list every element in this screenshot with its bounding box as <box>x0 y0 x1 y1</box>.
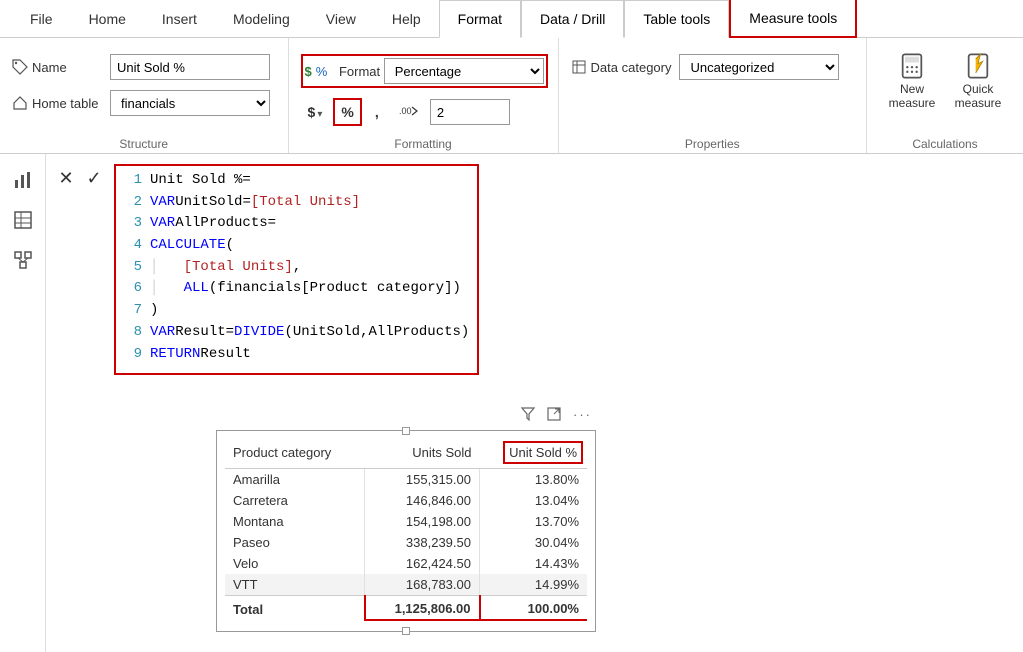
table-row[interactable]: Montana154,198.0013.70% <box>225 511 587 532</box>
group-properties: Data category Uncategorized Properties <box>559 38 867 153</box>
tab-help[interactable]: Help <box>374 1 439 37</box>
home-icon <box>12 95 28 111</box>
data-category-label: Data category <box>571 59 672 75</box>
more-options-icon[interactable]: ··· <box>573 407 592 424</box>
group-label-properties: Properties <box>571 133 854 151</box>
format-select[interactable]: Percentage <box>384 58 544 84</box>
comma-button[interactable]: , <box>366 99 388 125</box>
name-label: Name <box>12 59 102 75</box>
table-visual[interactable]: Product category Units Sold Unit Sold % … <box>216 430 596 632</box>
category-icon <box>571 59 587 75</box>
commit-formula-button[interactable]: ✓ <box>84 168 104 189</box>
tab-table-tools[interactable]: Table tools <box>624 0 729 38</box>
tab-file[interactable]: File <box>12 1 71 37</box>
table-visual-container: ··· Product category Units Sold Unit Sol… <box>216 405 596 632</box>
workspace: ✕ ✓ 1Unit Sold % = 2VAR UnitSold = [Tota… <box>0 154 1023 652</box>
calculator-icon <box>898 52 926 80</box>
home-table-select[interactable]: financials <box>110 90 270 116</box>
percent-button[interactable]: % <box>333 98 361 126</box>
group-label-calculations: Calculations <box>879 133 1011 151</box>
col-pct[interactable]: Unit Sold % <box>480 437 588 469</box>
model-view-icon[interactable] <box>13 250 33 270</box>
table-row[interactable]: Amarilla155,315.0013.80% <box>225 469 587 491</box>
currency-button[interactable]: $▾ <box>301 99 330 125</box>
tab-home[interactable]: Home <box>71 1 144 37</box>
quick-calc-icon <box>964 52 992 80</box>
view-rail <box>0 154 46 652</box>
tab-modeling[interactable]: Modeling <box>215 1 308 37</box>
report-view-icon[interactable] <box>13 170 33 190</box>
tab-measure-tools[interactable]: Measure tools <box>729 0 857 38</box>
group-structure: Name Home table financials Structure <box>0 38 289 153</box>
tab-insert[interactable]: Insert <box>144 1 215 37</box>
group-label-structure: Structure <box>12 133 276 151</box>
data-view-icon[interactable] <box>13 210 33 230</box>
table-row[interactable]: Velo162,424.5014.43% <box>225 553 587 574</box>
decimal-icon: .00 <box>399 104 419 118</box>
ribbon-body: Name Home table financials Structure <box>0 38 1023 154</box>
tab-view[interactable]: View <box>308 1 374 37</box>
table-row[interactable]: Paseo338,239.5030.04% <box>225 532 587 553</box>
tab-data-drill[interactable]: Data / Drill <box>521 0 624 38</box>
new-measure-button[interactable]: New measure <box>885 52 939 111</box>
table-row[interactable]: VTT168,783.0014.99% <box>225 574 587 596</box>
ribbon-tabs: File Home Insert Modeling View Help Form… <box>0 0 1023 38</box>
svg-text:.00: .00 <box>399 106 412 116</box>
group-label-formatting: Formatting <box>301 133 546 151</box>
format-label: $% Format <box>305 64 381 79</box>
decimal-shift-button[interactable]: .00 <box>392 99 426 126</box>
name-input[interactable] <box>110 54 270 80</box>
table-row[interactable]: Carretera146,846.0013.04% <box>225 490 587 511</box>
col-category[interactable]: Product category <box>225 437 365 469</box>
quick-measure-button[interactable]: Quick measure <box>951 52 1005 111</box>
cancel-formula-button[interactable]: ✕ <box>56 168 76 189</box>
data-category-select[interactable]: Uncategorized <box>679 54 839 80</box>
decimals-input[interactable] <box>430 99 510 125</box>
formula-bar: ✕ ✓ 1Unit Sold % = 2VAR UnitSold = [Tota… <box>56 164 1023 375</box>
home-table-label: Home table <box>12 95 102 111</box>
formula-editor[interactable]: 1Unit Sold % = 2VAR UnitSold = [Total Un… <box>114 164 479 375</box>
col-units[interactable]: Units Sold <box>365 437 480 469</box>
tab-format[interactable]: Format <box>439 0 521 38</box>
group-calculations: New measure Quick measure Calculations <box>867 38 1023 153</box>
focus-mode-icon[interactable] <box>547 407 561 424</box>
group-formatting: $% Format Percentage $▾ % , .00 Formatti… <box>289 38 559 153</box>
tag-icon <box>12 59 28 75</box>
filter-icon[interactable] <box>521 407 535 424</box>
